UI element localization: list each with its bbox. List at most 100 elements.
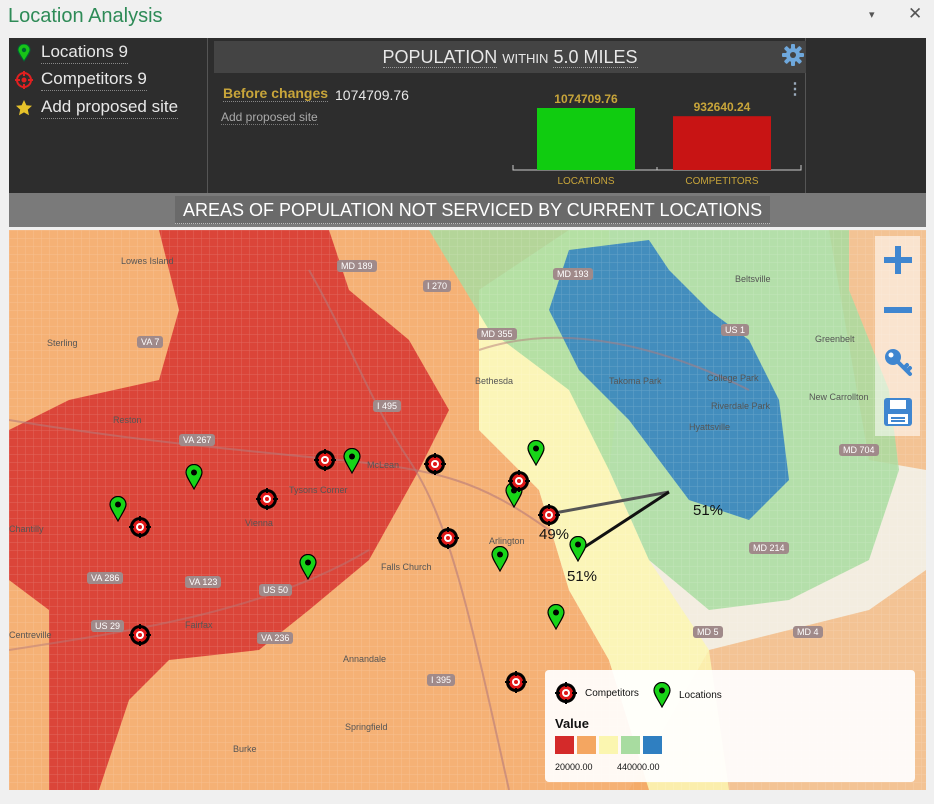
legend-locations: Locations [653,682,722,708]
layer-competitors[interactable]: Competitors 9 [15,69,147,91]
competitor-target-icon[interactable] [505,671,527,693]
layer-competitors-label: Competitors 9 [41,69,147,91]
map-place-label: Fairfax [185,620,213,630]
competitor-target-icon[interactable] [129,624,151,646]
competitor-target-icon[interactable] [256,488,278,510]
close-button[interactable]: ✕ [908,4,922,24]
map-place-label: Riverdale Park [711,401,771,411]
population-header: POPULATION WITHIN 5.0 MILES [214,41,806,73]
section-title: AREAS OF POPULATION NOT SERVICED BY CURR… [175,196,771,224]
layer-list: Locations 9 Competitors 9 Add proposed s… [9,38,208,193]
map-place-label: Lowes Island [121,256,174,266]
competitor-target-icon[interactable] [538,504,560,526]
save-icon[interactable] [882,396,914,428]
bar-category-label: COMPETITORS [685,176,758,187]
map-place-label: Vienna [245,518,273,528]
route-shield: US 29 [91,620,125,632]
percent-label-51-blue: 51% [693,502,724,519]
route-shield: I 495 [373,400,402,412]
route-shield: MD 214 [749,542,789,554]
route-shield: US 50 [259,584,293,596]
map-place-label: Centreville [9,630,52,640]
legend-competitors: Competitors [555,682,639,704]
map-place-label: Burke [233,744,257,754]
map-place-label: Springfield [345,722,388,732]
competitor-target-icon [555,682,577,704]
competitor-target-icon[interactable] [129,516,151,538]
gear-icon[interactable] [782,44,804,71]
map-place-label: Reston [113,415,142,425]
route-shield: MD 355 [477,328,517,340]
layer-add-proposed-site[interactable]: Add proposed site [15,97,179,119]
route-shield: VA 123 [185,576,222,588]
map-place-label: Sterling [47,338,78,348]
map-place-label: McLean [367,460,400,470]
map-place-label: Falls Church [381,562,432,572]
competitor-target-icon[interactable] [314,449,336,471]
route-shield: VA 236 [257,632,294,644]
bar-competitors [673,116,771,170]
percent-label-49: 49% [539,526,570,543]
route-shield: MD 704 [839,444,879,456]
legend-competitors-label: Competitors [585,687,639,699]
green-pin-icon [15,44,33,62]
population-box: POPULATION WITHIN 5.0 MILES Before chang… [211,38,806,193]
location-pin-icon[interactable] [569,536,587,562]
map-place-label: Arlington [489,536,525,546]
section-header: AREAS OF POPULATION NOT SERVICED BY CURR… [9,193,926,227]
location-pin-icon[interactable] [343,448,361,474]
map-legend: Competitors Locations Value 20000.00 440… [545,670,915,782]
route-shield: I 395 [427,674,456,686]
legend-swatch [555,736,574,754]
layer-locations-label: Locations 9 [41,42,128,64]
location-pin-icon[interactable] [527,440,545,466]
map-place-label: Tysons Corner [289,485,348,495]
map-place-label: New Carrollton [809,392,869,402]
location-pin-icon[interactable] [109,496,127,522]
map-place-label: Beltsville [735,274,771,284]
legend-swatch [643,736,662,754]
population-title-radius[interactable]: 5.0 MILES [553,47,638,68]
location-pin-icon[interactable] [185,464,203,490]
legend-swatch [599,736,618,754]
legend-swatch [621,736,640,754]
location-pin-icon[interactable] [547,604,565,630]
competitor-target-icon[interactable] [437,527,459,549]
competitor-target-icon[interactable] [424,453,446,475]
competitor-target-icon[interactable] [508,470,530,492]
population-title-main: POPULATION [382,47,498,68]
dropdown-button[interactable]: ▾ [869,8,875,21]
route-shield: VA 267 [179,434,216,446]
population-title-within: WITHIN [502,51,549,66]
bar-category-label: LOCATIONS [557,176,614,187]
map-place-label: Chantilly [9,524,44,534]
route-shield: MD 5 [693,626,723,638]
bar-value-label: 932640.24 [694,100,751,114]
heat-map[interactable]: Lowes Island Sterling Reston Tysons Corn… [9,230,926,790]
zoom-in-icon[interactable] [882,244,914,276]
before-changes-value: 1074709.76 [335,87,409,103]
competitor-target-icon [15,71,33,89]
key-icon[interactable] [882,346,914,378]
add-proposed-site-link[interactable]: Add proposed site [221,110,318,125]
bar-value-label: 1074709.76 [554,92,618,106]
analysis-panel: Locations 9 Competitors 9 Add proposed s… [9,38,926,193]
map-place-label: Takoma Park [609,376,662,386]
legend-value-title: Value [555,716,589,731]
location-pin-icon[interactable] [491,546,509,572]
map-place-label: Annandale [343,654,387,664]
map-toolbar [875,236,920,436]
bar-locations [537,108,635,170]
zoom-out-icon[interactable] [882,294,914,326]
map-place-label: College Park [707,373,759,383]
route-shield: US 1 [721,324,750,336]
layer-locations[interactable]: Locations 9 [15,42,128,64]
route-shield: I 270 [423,280,452,292]
percent-label-51: 51% [567,568,598,585]
layer-add-proposed-site-label: Add proposed site [41,97,179,119]
location-pin-icon[interactable] [299,554,317,580]
star-icon [15,99,33,117]
map-place-label: Bethesda [475,376,514,386]
legend-min-label: 20000.00 [555,762,593,772]
map-place-label: Greenbelt [815,334,855,344]
